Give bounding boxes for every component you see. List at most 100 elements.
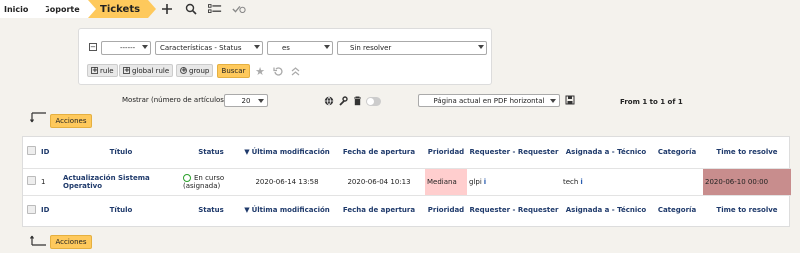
- column-header-time-to-resolve[interactable]: Time to resolve: [703, 137, 791, 168]
- criteria-field-value: ------: [120, 44, 136, 52]
- column-footer-label: ID: [41, 206, 50, 215]
- column-header-priority[interactable]: Prioridad: [425, 137, 467, 168]
- column-header-status[interactable]: Status: [181, 137, 241, 168]
- criteria-value-value: Sin resolver: [350, 44, 392, 52]
- criteria-value-select[interactable]: Sin resolver: [337, 41, 487, 55]
- add-global-rule-button[interactable]: + global rule: [119, 64, 174, 77]
- actions-button-bottom[interactable]: Acciones: [50, 235, 92, 249]
- cell-title: Actualización Sistema Operativo: [61, 167, 181, 196]
- column-footer-assigned[interactable]: Asignada a - Técnico: [561, 195, 651, 226]
- column-footer-title[interactable]: Título: [61, 195, 181, 226]
- criteria-operator-select[interactable]: es: [267, 41, 333, 55]
- select-all-checkbox[interactable]: [26, 204, 36, 214]
- per-page-label: Mostrar (número de artículos): [122, 96, 227, 104]
- actions-button-top[interactable]: Acciones: [50, 114, 92, 128]
- add-rule-label: rule: [100, 66, 114, 75]
- cell-id: 1: [39, 167, 61, 196]
- add-icon[interactable]: [160, 2, 174, 16]
- tickets-table: ID Título Status ▼ Última modificación Fe…: [22, 136, 791, 227]
- column-header-label: Fecha de apertura: [342, 147, 416, 156]
- table-header-row: ID Título Status ▼ Última modificación Fe…: [23, 137, 791, 168]
- search-button-label: Buscar: [221, 67, 246, 75]
- breadcrumb-current-label: Tickets: [100, 3, 141, 15]
- collapse-icon[interactable]: [289, 65, 301, 77]
- add-group-button[interactable]: + group: [176, 64, 214, 77]
- column-header-id[interactable]: ID: [39, 137, 61, 168]
- corner-arrow-down-icon: [30, 112, 46, 123]
- ticket-title-link[interactable]: Actualización Sistema Operativo: [63, 174, 150, 190]
- column-footer-label: Prioridad: [427, 206, 465, 215]
- requester-name: glpi: [469, 177, 482, 186]
- column-footer-category[interactable]: Categoría: [651, 195, 703, 226]
- sort-desc-icon: ▼: [244, 147, 250, 156]
- column-header-category[interactable]: Categoría: [651, 137, 703, 168]
- column-header-requester[interactable]: Requester - Requester: [467, 137, 561, 168]
- export-select[interactable]: Página actual en PDF horizontal: [418, 94, 560, 107]
- sort-desc-icon: ▼: [244, 206, 250, 215]
- column-header-opened[interactable]: Fecha de apertura: [333, 137, 425, 168]
- export-icon[interactable]: [565, 95, 575, 105]
- per-page-select[interactable]: 20: [224, 94, 268, 107]
- globe-icon[interactable]: [324, 96, 334, 106]
- info-icon[interactable]: i: [484, 178, 486, 186]
- breadcrumb-home-label: Inicio: [4, 4, 29, 14]
- column-footer-last-modified[interactable]: ▼ Última modificación: [241, 195, 333, 226]
- wrench-icon[interactable]: [338, 96, 348, 106]
- select-all-footer: [23, 195, 39, 226]
- criteria-field-select[interactable]: ------: [101, 41, 151, 55]
- corner-arrow-up-icon: [30, 235, 46, 246]
- pagination-info: From 1 to 1 of 1: [620, 98, 683, 106]
- add-group-label: group: [189, 66, 210, 75]
- column-footer-label: Time to resolve: [716, 206, 778, 215]
- breadcrumb-support-label: Soporte: [44, 4, 80, 14]
- plus-circle-icon: +: [180, 66, 187, 74]
- actions-label-top: Acciones: [55, 117, 87, 125]
- column-header-title[interactable]: Título: [61, 137, 181, 168]
- trash-icon[interactable]: [352, 96, 362, 106]
- top-bar: Inicio Soporte Tickets: [0, 0, 800, 18]
- breadcrumb-home[interactable]: Inicio: [0, 0, 48, 18]
- select-all-checkbox[interactable]: [26, 146, 36, 156]
- column-footer-requester[interactable]: Requester - Requester: [467, 195, 561, 226]
- trash-toggle[interactable]: [366, 97, 381, 106]
- breadcrumb-current[interactable]: Tickets: [88, 0, 156, 18]
- assigned-name: tech: [563, 177, 579, 186]
- column-footer-priority[interactable]: Prioridad: [425, 195, 467, 226]
- actions-label-bottom: Acciones: [55, 238, 87, 246]
- check-icon[interactable]: [232, 2, 246, 16]
- search-icon[interactable]: [184, 2, 198, 16]
- column-footer-label: Fecha de apertura: [342, 206, 416, 215]
- cell-opened: 2020-06-04 10:13: [333, 167, 425, 196]
- column-footer-id[interactable]: ID: [39, 195, 61, 226]
- cell-time-to-resolve: 2020-06-10 00:00: [703, 167, 791, 196]
- plus-box-icon: +: [91, 66, 98, 74]
- select-all-header: [23, 137, 39, 168]
- column-footer-label: Status: [198, 206, 224, 215]
- table-row[interactable]: 1 Actualización Sistema Operativo En cur…: [23, 167, 791, 196]
- column-footer-time-to-resolve[interactable]: Time to resolve: [703, 195, 791, 226]
- list-icon[interactable]: [208, 2, 222, 16]
- column-footer-label: Requester - Requester: [469, 206, 559, 215]
- column-footer-status[interactable]: Status: [181, 195, 241, 226]
- add-rule-button[interactable]: + rule: [87, 64, 118, 77]
- reset-icon[interactable]: [272, 65, 284, 77]
- column-footer-label: Última modificación: [251, 206, 330, 215]
- column-header-label: Categoría: [657, 147, 697, 156]
- per-page-value: 20: [241, 96, 251, 105]
- row-checkbox[interactable]: [26, 176, 36, 185]
- column-header-assigned[interactable]: Asignada a - Técnico: [561, 137, 651, 168]
- plus-box-icon: +: [123, 66, 130, 74]
- remove-criteria-icon[interactable]: −: [89, 43, 97, 51]
- star-icon[interactable]: ★: [254, 65, 266, 78]
- column-header-last-modified[interactable]: ▼ Última modificación: [241, 137, 333, 168]
- criteria-item-select[interactable]: Características - Status: [155, 41, 263, 55]
- column-footer-opened[interactable]: Fecha de apertura: [333, 195, 425, 226]
- cell-category: [651, 167, 703, 196]
- table-footer-row: ID Título Status ▼ Última modificación Fe…: [23, 195, 791, 226]
- top-toolbar: [160, 2, 246, 16]
- search-button[interactable]: Buscar: [217, 64, 250, 78]
- add-global-rule-label: global rule: [132, 66, 170, 75]
- cell-status: En curso (asignada): [181, 167, 241, 196]
- column-header-label: Prioridad: [427, 147, 465, 156]
- info-icon[interactable]: i: [580, 178, 582, 186]
